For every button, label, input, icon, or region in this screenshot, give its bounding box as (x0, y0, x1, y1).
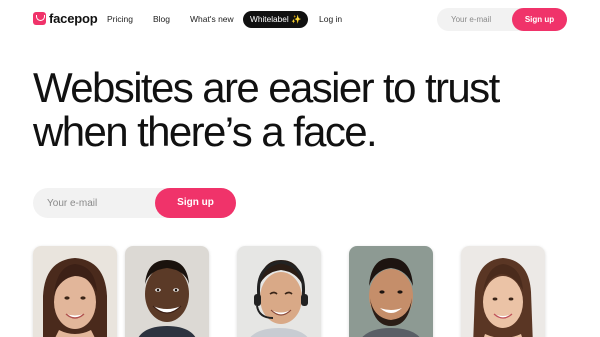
nav-link-blog[interactable]: Blog (153, 14, 170, 24)
face-photo (33, 246, 117, 337)
face-card-woman-smiling (461, 246, 545, 337)
header-signup-button[interactable]: Sign up (512, 8, 567, 31)
header-email-input[interactable] (437, 8, 517, 31)
logo[interactable]: facepop (33, 11, 98, 26)
top-navigation: facepop Pricing Blog What's new Whitelab… (0, 0, 600, 40)
nav-link-whats-new[interactable]: What's new (190, 14, 234, 24)
face-card-man-headset (237, 246, 321, 337)
face-photo (237, 246, 321, 337)
face-photo (461, 246, 545, 337)
logo-icon (33, 12, 46, 25)
logo-text: facepop (49, 11, 98, 26)
face-card-woman-long-hair (33, 246, 117, 337)
nav-link-pricing[interactable]: Pricing (107, 14, 133, 24)
nav-link-whitelabel[interactable]: Whitelabel ✨ (243, 11, 309, 28)
hero-signup-form: Sign up (33, 188, 236, 218)
hero-headline-line-2: when there’s a face. (33, 108, 378, 155)
hero-headline-line-1: Websites are easier to trust (33, 64, 500, 111)
face-card-man-beard (349, 246, 433, 337)
hero-signup-button[interactable]: Sign up (155, 188, 236, 218)
hero-email-input[interactable] (33, 188, 158, 218)
face-card-man-smiling (125, 246, 209, 337)
face-photo (125, 246, 209, 337)
face-photo (349, 246, 433, 337)
hero-headline: Websites are easier to trust when there’… (33, 66, 573, 154)
header-signup-form: Sign up (437, 8, 567, 31)
nav-link-login[interactable]: Log in (319, 14, 342, 24)
